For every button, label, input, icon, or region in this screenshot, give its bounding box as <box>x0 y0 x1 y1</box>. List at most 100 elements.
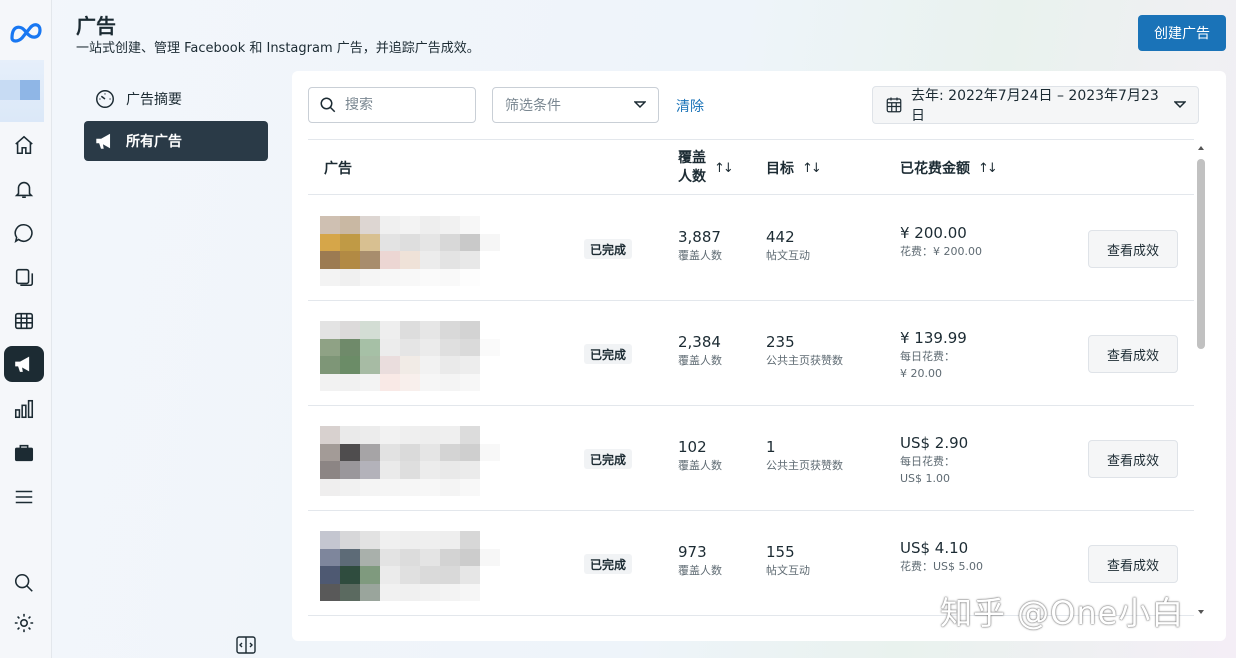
thumbnail-pixel <box>380 356 400 374</box>
thumbnail-pixel <box>440 373 460 391</box>
thumbnail-pixel <box>320 268 340 286</box>
view-results-button[interactable]: 查看成效 <box>1088 440 1178 478</box>
thumbnail-pixel <box>380 321 400 339</box>
thumbnail-pixel <box>340 566 360 584</box>
ads-table: 广告 覆盖 人数 ↑↓ 目标 ↑↓ 已花费金额 ↑↓ 已完成 3,887 覆盖人… <box>308 139 1210 617</box>
thumbnail-pixel <box>340 216 360 234</box>
thumbnail-pixel <box>320 566 340 584</box>
thumbnail-pixel <box>320 443 340 461</box>
subnav-item-label: 广告摘要 <box>126 92 182 108</box>
meta-logo-icon[interactable] <box>8 18 44 46</box>
bell-icon[interactable] <box>4 171 44 207</box>
clear-filters-link[interactable]: 清除 <box>676 96 704 116</box>
menu-icon[interactable] <box>4 479 44 515</box>
thumbnail-pixel <box>340 233 360 251</box>
scroll-up-icon[interactable] <box>1194 143 1208 153</box>
thumbnail-pixel <box>420 373 440 391</box>
table-row[interactable]: 已完成 2,384 覆盖人数 235 公共主页获赞数 ¥ 139.99 每日花费… <box>308 301 1194 406</box>
megaphone-icon[interactable] <box>4 346 44 382</box>
thumbnail-pixel <box>460 356 480 374</box>
thumbnail-pixel <box>320 216 340 234</box>
sort-icon[interactable]: ↑↓ <box>802 161 822 176</box>
thumbnail-pixel <box>440 548 460 566</box>
search-box[interactable] <box>308 87 476 123</box>
spend-cell: US$ 2.90 每日花费： US$ 1.00 <box>900 434 969 485</box>
thumbnail-pixel <box>460 566 480 584</box>
thumbnail-pixel <box>380 548 400 566</box>
thumbnail-pixel <box>360 426 380 444</box>
thumbnail-pixel <box>340 321 360 339</box>
thumbnail-pixel <box>400 583 420 601</box>
search-input[interactable] <box>345 97 465 113</box>
thumbnail-pixel <box>460 548 480 566</box>
create-ad-button[interactable]: 创建广告 <box>1138 15 1226 51</box>
thumbnail-pixel <box>360 268 380 286</box>
view-results-button[interactable]: 查看成效 <box>1088 335 1178 373</box>
thumbnail-pixel <box>400 443 420 461</box>
sort-icon[interactable]: ↑↓ <box>978 161 998 176</box>
sort-icon[interactable]: ↑↓ <box>714 161 734 176</box>
subnav-item-all-ads[interactable]: 所有广告 <box>84 121 268 161</box>
thumbnail-pixel <box>320 233 340 251</box>
thumbnail-pixel <box>460 373 480 391</box>
column-header-reach[interactable]: 覆盖 人数 ↑↓ <box>678 140 734 196</box>
table-row[interactable]: 已完成 3,887 覆盖人数 442 帖文互动 ¥ 200.00 花费：¥ 20… <box>308 196 1194 301</box>
thumbnail-pixel <box>320 373 340 391</box>
search-icon[interactable] <box>4 565 44 601</box>
thumbnail-pixel <box>420 216 440 234</box>
thumbnail-pixel <box>480 356 500 374</box>
thumbnail-pixel <box>460 443 480 461</box>
column-header-spend[interactable]: 已花费金额 ↑↓ <box>900 140 998 196</box>
ad-thumbnail <box>320 321 500 391</box>
thumbnail-pixel <box>380 216 400 234</box>
thumbnail-pixel <box>480 478 500 496</box>
reach-cell: 102 覆盖人数 <box>678 438 722 472</box>
thumbnail-pixel <box>360 531 380 549</box>
thumbnail-pixel <box>340 356 360 374</box>
briefcase-icon[interactable] <box>4 435 44 471</box>
thumbnail-pixel <box>380 566 400 584</box>
home-icon[interactable] <box>4 127 44 163</box>
view-results-button[interactable]: 查看成效 <box>1088 230 1178 268</box>
scroll-down-icon[interactable] <box>1194 607 1208 617</box>
account-avatar[interactable] <box>0 60 44 122</box>
thumbnail-pixel <box>380 531 400 549</box>
thumbnail-pixel <box>420 426 440 444</box>
column-header-goal[interactable]: 目标 ↑↓ <box>766 140 822 196</box>
thumbnail-pixel <box>340 251 360 269</box>
thumbnail-pixel <box>360 373 380 391</box>
subnav-item-ad-summary[interactable]: 广告摘要 <box>84 79 268 119</box>
date-range-select[interactable]: 去年: 2022年7月24日 – 2023年7月23日 <box>872 86 1199 124</box>
view-results-button[interactable]: 查看成效 <box>1088 545 1178 583</box>
thumbnail-pixel <box>480 443 500 461</box>
filter-select[interactable]: 筛选条件 <box>492 87 659 123</box>
thumbnail-pixel <box>400 566 420 584</box>
reach-cell: 2,384 覆盖人数 <box>678 333 722 367</box>
chevron-down-icon <box>634 101 646 109</box>
thumbnail-pixel <box>320 356 340 374</box>
thumbnail-pixel <box>380 373 400 391</box>
collapse-sidebar-icon[interactable] <box>236 636 256 654</box>
table-row[interactable]: 已完成 102 覆盖人数 1 公共主页获赞数 US$ 2.90 每日花费： US… <box>308 406 1194 511</box>
column-header-ad: 广告 <box>324 161 352 177</box>
scroll-thumb[interactable] <box>1197 159 1205 349</box>
page-subtitle: 一站式创建、管理 Facebook 和 Instagram 广告，并追踪广告成效… <box>76 41 480 56</box>
thumbnail-pixel <box>340 478 360 496</box>
calendar-icon <box>886 97 902 113</box>
table-icon[interactable] <box>4 303 44 339</box>
thumbnail-pixel <box>380 268 400 286</box>
thumbnail-pixel <box>480 268 500 286</box>
thumbnail-pixel <box>460 216 480 234</box>
thumbnail-pixel <box>460 531 480 549</box>
chat-icon[interactable] <box>4 215 44 251</box>
thumbnail-pixel <box>440 531 460 549</box>
gear-icon[interactable] <box>4 605 44 641</box>
table-scrollbar[interactable] <box>1194 141 1208 619</box>
thumbnail-pixel <box>340 426 360 444</box>
page-title: 广告 <box>76 14 116 38</box>
date-range-label: 去年: 2022年7月24日 – 2023年7月23日 <box>911 88 1159 124</box>
pages-icon[interactable] <box>4 259 44 295</box>
thumbnail-pixel <box>360 566 380 584</box>
bar-chart-icon[interactable] <box>4 391 44 427</box>
thumbnail-pixel <box>480 461 500 479</box>
